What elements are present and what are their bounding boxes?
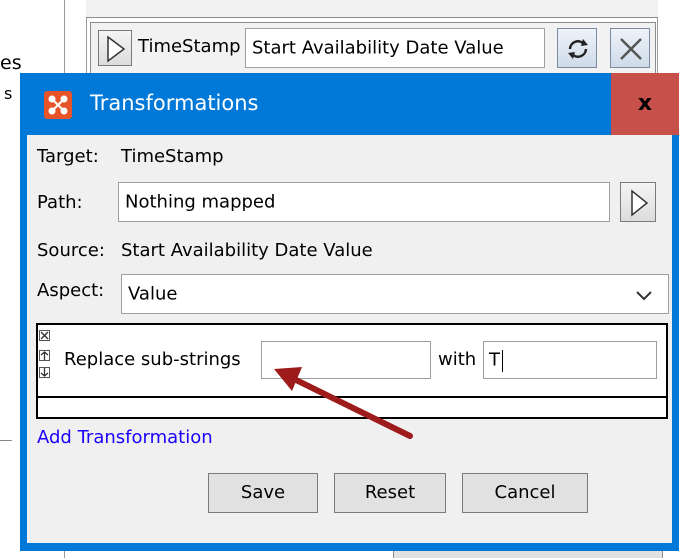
play-triangle-icon [631,189,649,217]
move-up-icon[interactable] [39,350,50,361]
move-down-icon[interactable] [39,367,50,378]
aspect-label: Aspect: [37,280,105,301]
background-left-text: es [0,52,22,74]
background-target-label: TimeStamp [138,36,241,57]
target-value: TimeStamp [121,146,224,167]
source-label: Source: [37,240,105,261]
dialog-title: Transformations [90,91,259,115]
add-transformation-link[interactable]: Add Transformation [37,427,213,448]
save-button[interactable]: Save [208,473,318,513]
reset-button[interactable]: Reset [334,473,446,513]
refresh-icon [568,39,588,59]
replace-substrings-label: Replace sub-strings [64,349,241,370]
play-triangle-icon [107,35,126,63]
source-value: Start Availability Date Value [121,240,373,261]
background-top-strip [86,0,658,18]
path-select-button[interactable] [620,182,656,222]
background-remove-button[interactable] [610,28,650,68]
path-label: Path: [37,192,83,213]
app-logo-icon [44,91,72,119]
cancel-button[interactable]: Cancel [462,473,588,513]
background-expand-button[interactable] [98,30,132,66]
find-string-input[interactable] [261,341,431,379]
text-cursor [502,350,503,372]
aspect-select[interactable]: Value [121,274,669,314]
background-left-text-2: s [4,84,13,103]
transformation-row-divider [36,396,668,398]
background-refresh-button[interactable] [557,28,597,68]
chevron-down-icon [636,291,652,301]
path-field[interactable]: Nothing mapped [118,182,610,222]
background-source-field[interactable]: Start Availability Date Value [245,28,545,68]
with-label: with [438,349,477,370]
remove-transformation-icon[interactable] [39,330,50,341]
dialog-close-button[interactable]: x [611,73,679,135]
close-icon [620,38,642,60]
background-tick [0,440,12,441]
target-label: Target: [37,146,99,167]
replace-string-input[interactable]: T [483,341,657,379]
